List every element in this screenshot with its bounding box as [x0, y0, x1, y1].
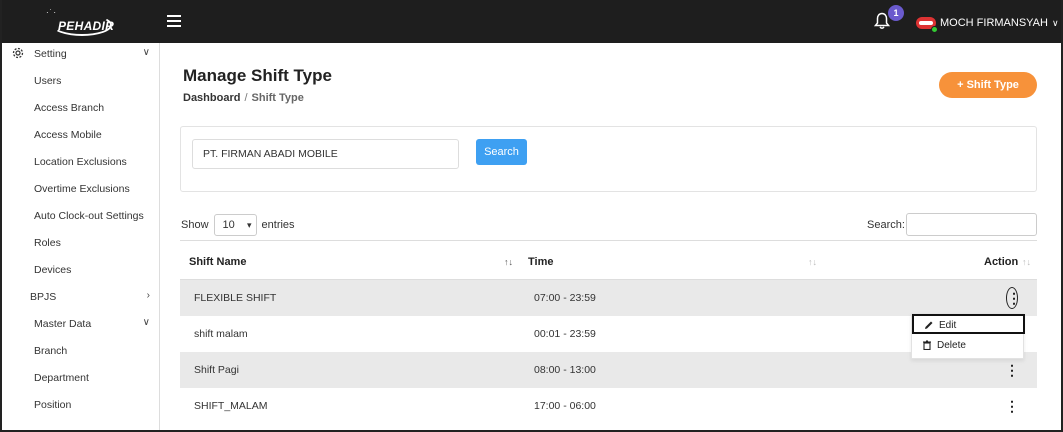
sidebar-item-label: Devices	[34, 264, 72, 276]
time-cell: 08:00 - 13:00	[534, 364, 596, 376]
sort-icon[interactable]: ↑↓	[504, 257, 513, 267]
breadcrumb-dashboard-link[interactable]: Dashboard	[183, 92, 240, 104]
avatar	[916, 17, 938, 33]
sidebar: Setting ∨ Users Access Branch Access Mob…	[2, 43, 160, 430]
add-shift-type-label: Shift Type	[966, 79, 1019, 91]
sidebar-item-branch[interactable]: Branch	[2, 342, 160, 362]
gear-icon	[12, 47, 24, 59]
sidebar-item-location-exclusions[interactable]: Location Exclusions	[2, 153, 160, 173]
logo-text: PEHADIR	[58, 19, 115, 33]
table-search-label: Search:	[867, 219, 905, 231]
shift-name-cell: SHIFT_MALAM	[194, 400, 268, 412]
sidebar-item-setting[interactable]: Setting ∨	[2, 45, 160, 65]
breadcrumb-separator: /	[244, 92, 248, 104]
more-actions-icon[interactable]: ⋮	[1006, 287, 1021, 309]
sidebar-item-users[interactable]: Users	[2, 72, 160, 92]
chevron-down-icon: ▾	[247, 220, 252, 230]
table-row: FLEXIBLE SHIFT 07:00 - 23:59 ⋮	[180, 280, 1037, 316]
entries-control: Show 10 ▾ entries	[181, 214, 295, 236]
page-title: Manage Shift Type	[183, 66, 332, 85]
sidebar-item-devices[interactable]: Devices	[2, 261, 160, 281]
sidebar-item-label: Setting	[34, 48, 67, 60]
sidebar-item-label: Roles	[34, 237, 61, 249]
table-header: Shift Name ↑↓ Time ↑↓ Action ↑↓	[180, 240, 1037, 280]
plus-icon: +	[957, 79, 967, 91]
entries-select[interactable]: 10 ▾	[213, 214, 257, 236]
sidebar-item-position[interactable]: Position	[2, 396, 160, 416]
sidebar-item-label: Position	[34, 399, 72, 411]
chevron-down-icon: ∨	[142, 317, 150, 328]
sidebar-item-label: Department	[34, 372, 89, 384]
shift-name-cell: FLEXIBLE SHIFT	[194, 292, 277, 304]
sort-icon[interactable]: ↑↓	[808, 257, 817, 267]
entries-label: entries	[261, 219, 295, 231]
edit-menu-item[interactable]: Edit	[912, 314, 1025, 334]
pencil-icon	[925, 321, 933, 329]
time-cell: 00:01 - 23:59	[534, 328, 596, 340]
sidebar-item-auto-clock-out-settings[interactable]: Auto Clock-out Settings	[2, 207, 160, 227]
menu-toggle-icon[interactable]	[167, 15, 181, 27]
app-frame: ·˙· PEHADIR 1 MOCH FIRMANSYAH ∨ Setting …	[0, 0, 1063, 432]
shift-name-cell: shift malam	[194, 328, 248, 340]
delete-menu-item[interactable]: Delete	[912, 336, 1025, 356]
action-dropdown-menu: Edit Delete	[911, 313, 1025, 359]
table-row: SHIFT_MALAM 17:00 - 06:00 ⋮	[180, 388, 1037, 424]
chevron-down-icon: ∨	[1051, 17, 1059, 28]
sidebar-item-label: Auto Clock-out Settings	[34, 210, 144, 222]
table-search-input[interactable]	[906, 213, 1037, 236]
sidebar-item-roles[interactable]: Roles	[2, 234, 160, 254]
sidebar-item-label: Location Exclusions	[34, 156, 127, 168]
table-row: Shift Pagi 08:00 - 13:00 ⋮	[180, 352, 1037, 388]
sidebar-item-overtime-exclusions[interactable]: Overtime Exclusions	[2, 180, 160, 200]
sidebar-item-label: Overtime Exclusions	[34, 183, 130, 195]
column-header-action: Action	[984, 256, 1019, 268]
notification-badge: 1	[888, 5, 904, 21]
time-cell: 17:00 - 06:00	[534, 400, 596, 412]
online-status-icon	[931, 26, 938, 33]
entries-value: 10	[222, 219, 235, 231]
sidebar-item-department[interactable]: Department	[2, 369, 160, 389]
sidebar-item-label: BPJS	[30, 291, 57, 303]
column-header-shift-name[interactable]: Shift Name	[189, 256, 246, 268]
more-actions-icon[interactable]: ⋮	[1005, 397, 1019, 417]
user-menu[interactable]: MOCH FIRMANSYAH ∨	[916, 14, 1059, 33]
sidebar-item-label: Branch	[34, 345, 68, 357]
column-header-time[interactable]: Time	[528, 256, 553, 268]
show-label: Show	[181, 219, 209, 231]
chevron-right-icon: ›	[146, 290, 150, 301]
time-cell: 07:00 - 23:59	[534, 292, 596, 304]
sidebar-item-label: Users	[34, 75, 62, 87]
app-logo[interactable]: ·˙· PEHADIR	[44, 8, 118, 38]
sidebar-item-access-mobile[interactable]: Access Mobile	[2, 126, 160, 146]
sidebar-item-label: Access Branch	[34, 102, 105, 114]
company-input[interactable]: PT. FIRMAN ABADI MOBILE	[192, 139, 459, 169]
chevron-down-icon: ∨	[142, 47, 150, 58]
edit-label: Edit	[939, 320, 957, 331]
shift-name-cell: Shift Pagi	[194, 364, 239, 376]
sidebar-item-access-branch[interactable]: Access Branch	[2, 99, 160, 119]
logo-dots: ·˙·	[46, 8, 57, 17]
trash-icon	[923, 340, 931, 350]
breadcrumb-current: Shift Type	[251, 92, 304, 104]
sidebar-item-master-data[interactable]: Master Data ∨	[2, 315, 160, 335]
delete-label: Delete	[937, 340, 966, 351]
breadcrumb: Dashboard / Shift Type	[183, 92, 304, 104]
sidebar-item-bpjs[interactable]: BPJS ›	[2, 288, 160, 308]
top-navbar: ·˙· PEHADIR 1 MOCH FIRMANSYAH ∨	[2, 0, 1061, 43]
add-shift-type-button[interactable]: + Shift Type	[939, 72, 1037, 98]
search-button[interactable]: Search	[476, 139, 527, 165]
user-name: MOCH FIRMANSYAH	[940, 17, 1048, 29]
sidebar-item-label: Master Data	[34, 318, 92, 330]
more-actions-icon[interactable]: ⋮	[1005, 361, 1019, 381]
table-row: shift malam 00:01 - 23:59	[180, 316, 1037, 352]
sort-icon: ↑↓	[1022, 257, 1031, 267]
sidebar-item-label: Access Mobile	[34, 129, 102, 141]
